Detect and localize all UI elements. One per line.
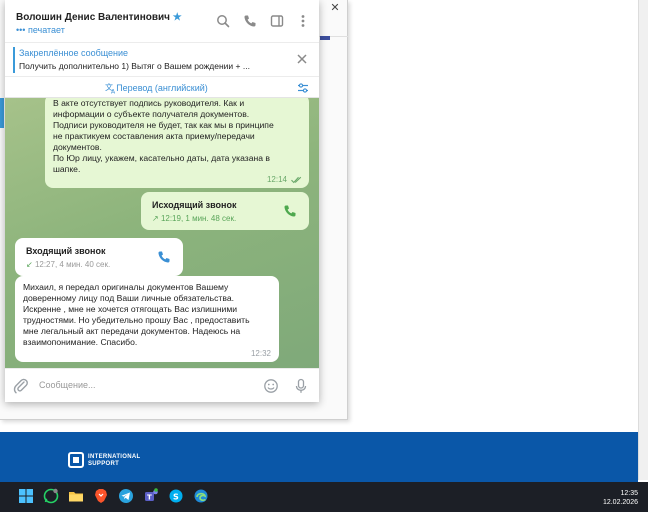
message-text: Михаил, я передал оригиналы документов В…: [23, 282, 250, 347]
message-composer: Сообщение...: [5, 368, 319, 402]
background-page: [348, 0, 638, 432]
background-selection-marker: [0, 98, 4, 128]
file-explorer-icon[interactable]: [68, 488, 84, 504]
call-back-phone-icon[interactable]: [157, 250, 171, 264]
contact-name[interactable]: Волошин Денис Валентинович ★: [16, 12, 182, 23]
outgoing-arrow-icon: ↗: [152, 214, 159, 223]
pinned-text: Получить дополнительно 1) Вытяг о Вашем …: [19, 61, 250, 71]
background-window-tab: [320, 36, 330, 40]
incoming-call-bubble[interactable]: Входящий звонок ↙ 12:27, 4 мин. 40 сек.: [15, 238, 183, 276]
skype-icon[interactable]: S: [168, 488, 184, 504]
call-detail: ↙ 12:27, 4 мин. 40 сек.: [26, 260, 111, 269]
read-checkmarks-icon: [291, 176, 302, 184]
svg-text:T: T: [147, 494, 152, 502]
pinned-accent-bar: [13, 47, 15, 73]
call-detail: ↗ 12:19, 1 мин. 48 сек.: [152, 214, 237, 223]
incoming-message-bubble[interactable]: Михаил, я передал оригиналы документов В…: [15, 276, 279, 362]
message-text: В акте отсутствует подпись руководителя.…: [53, 98, 274, 174]
translate-bar[interactable]: 文 A Перевод (английский): [5, 76, 319, 98]
clock-time: 12:35: [620, 490, 638, 497]
page-scrollbar[interactable]: [638, 0, 648, 480]
clock-date: 12.02.2026: [602, 499, 638, 506]
search-icon[interactable]: [216, 14, 230, 28]
microphone-icon[interactable]: [293, 378, 309, 394]
footer-logo-text: INTERNATIONAL SUPPORT: [88, 454, 141, 467]
incoming-arrow-icon: ↙: [26, 260, 33, 269]
phone-call-icon[interactable]: [243, 14, 257, 28]
telegram-chat-window: Волошин Денис Валентинович ★ ••• печатае…: [5, 0, 319, 402]
translate-label[interactable]: Перевод (английский): [5, 83, 319, 93]
message-time: 12:14: [266, 175, 287, 184]
call-title: Исходящий звонок: [152, 200, 237, 210]
brave-browser-icon[interactable]: [93, 488, 109, 504]
star-icon: ★: [172, 12, 182, 23]
windows-start-icon[interactable]: [18, 488, 34, 504]
pinned-title: Закреплённое сообщение: [19, 48, 129, 58]
translate-settings-icon[interactable]: [297, 82, 309, 94]
edge-browser-icon[interactable]: [193, 488, 209, 504]
message-input[interactable]: Сообщение...: [39, 380, 95, 390]
close-icon[interactable]: [295, 52, 309, 66]
outgoing-call-bubble[interactable]: Исходящий звонок ↗ 12:19, 1 мин. 48 сек.: [141, 192, 309, 230]
background-window-close-icon[interactable]: ✕: [322, 0, 348, 16]
teams-icon[interactable]: T: [143, 488, 159, 504]
emoji-icon[interactable]: [263, 378, 279, 394]
sidebar-toggle-icon[interactable]: [270, 14, 284, 28]
pinned-message-bar[interactable]: Закреплённое сообщение Получить дополнит…: [5, 42, 319, 76]
typing-status: ••• печатает: [16, 25, 65, 35]
call-title: Входящий звонок: [26, 246, 106, 256]
telegram-icon[interactable]: [118, 488, 134, 504]
attach-paperclip-icon[interactable]: [13, 378, 29, 394]
chat-messages-area[interactable]: В акте отсутствует подпись руководителя.…: [5, 98, 319, 368]
call-back-phone-icon[interactable]: [283, 204, 297, 218]
message-time: 12:32: [250, 349, 271, 358]
more-options-icon[interactable]: [296, 14, 310, 28]
taskbar-clock[interactable]: 12:35 12.02.2026: [603, 489, 638, 507]
international-support-logo-icon: [68, 452, 84, 468]
whatsapp-icon[interactable]: [43, 488, 59, 504]
outgoing-message-bubble[interactable]: В акте отсутствует подпись руководителя.…: [45, 98, 309, 188]
chat-header: Волошин Денис Валентинович ★ ••• печатае…: [5, 0, 319, 42]
svg-text:S: S: [173, 493, 179, 502]
